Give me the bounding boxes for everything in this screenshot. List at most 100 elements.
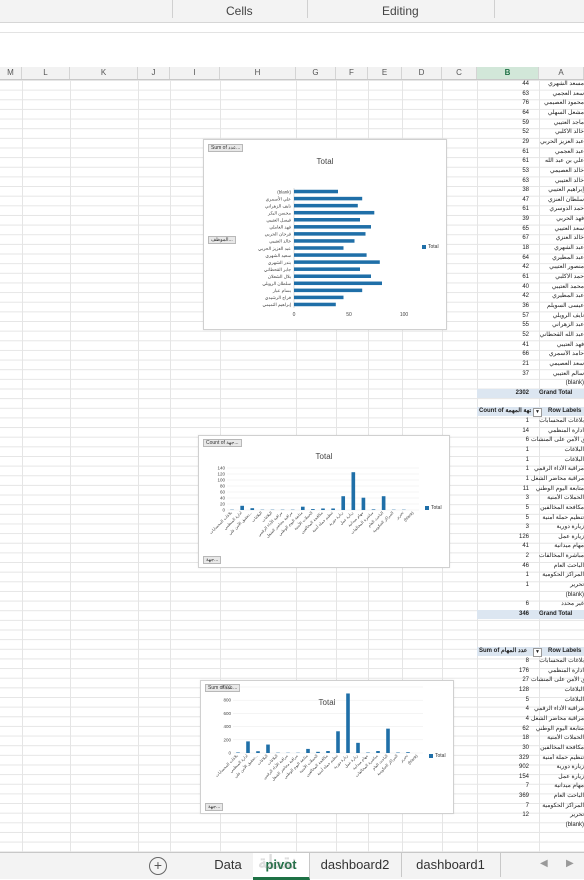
pivot2-label-cell[interactable]: مراقبة الأداء الرقمي [531, 465, 584, 474]
pivot3-label-cell[interactable]: مكافحة المخالفين [531, 744, 584, 753]
pivot1-label-cell[interactable]: عبد المطيري [531, 292, 584, 301]
pivot3-value-cell[interactable]: 8 [477, 657, 529, 666]
pivot3-value-cell[interactable] [477, 821, 529, 830]
pivot1-value-cell[interactable]: 44 [477, 80, 529, 89]
add-sheet-button[interactable]: + [149, 857, 167, 875]
pivot1-grand-total-value[interactable]: 2302 [477, 389, 529, 398]
pivot1-value-cell[interactable]: 52 [477, 331, 529, 340]
pivot3-value-cell[interactable]: 7 [477, 782, 529, 791]
pivot3-label-cell[interactable]: البلاغات [531, 686, 584, 695]
pivot2-label-cell[interactable]: المراكز الحكومية [531, 571, 584, 580]
pivot1-value-cell[interactable]: 61 [477, 205, 529, 214]
pivot3-value-cell[interactable]: 7 [477, 802, 529, 811]
sheet-tab-dashboard2[interactable]: dashboard2 [309, 853, 402, 877]
pivot3-label-cell[interactable]: مهام ميدانية [531, 782, 584, 791]
pivot2-label-cell[interactable]: الحملات الأمنية [531, 494, 584, 503]
pivot2-label-cell[interactable]: البلاغات [531, 446, 584, 455]
pivot1-value-cell[interactable]: 36 [477, 302, 529, 311]
pivot2-label-cell[interactable]: زيارة عمل [531, 533, 584, 542]
col-header-e[interactable]: E [368, 67, 402, 79]
col-header-f[interactable]: F [336, 67, 368, 79]
pivot1-label-cell[interactable]: عبد المطيري [531, 254, 584, 263]
pivot1-value-cell[interactable]: 42 [477, 263, 529, 272]
col-header-b[interactable]: B [477, 67, 539, 79]
pivot1-label-cell[interactable]: عبد الله القحطاني [531, 331, 584, 340]
pivot2-value-cell[interactable]: 1 [477, 446, 529, 455]
pivot1-value-cell[interactable] [477, 379, 529, 388]
pivot2-label-cell[interactable]: الباحث العام [531, 562, 584, 571]
pivot1-label-cell[interactable]: علي بن عبد الله [531, 157, 584, 166]
pivot1-value-cell[interactable]: 42 [477, 292, 529, 301]
col-header-c[interactable]: C [442, 67, 477, 79]
pivot1-label-cell[interactable]: عبد العزيز الحربي [531, 138, 584, 147]
pivot1-value-cell[interactable]: 67 [477, 234, 529, 243]
pivot3-label-cell[interactable]: الباحث العام [531, 792, 584, 801]
pivot1-label-cell[interactable]: حمد الدوسري [531, 205, 584, 214]
pivot1-value-cell[interactable]: 66 [477, 350, 529, 359]
pivot2-value-cell[interactable]: 1 [477, 571, 529, 580]
pivot2-label-cell[interactable]: تنظيم حملة أمنية [531, 514, 584, 523]
pivot1-label-cell[interactable]: عبد الزهراني [531, 321, 584, 330]
col-header-a[interactable]: A [539, 67, 584, 79]
pivot1-value-cell[interactable]: 18 [477, 244, 529, 253]
pivot1-label-cell[interactable]: عبد العجمي [531, 148, 584, 157]
pivot3-values-header[interactable]: Sum of عدد المهام [479, 647, 531, 656]
pivot1-label-cell[interactable]: خالد العنزي [531, 234, 584, 243]
col-header-i[interactable]: I [170, 67, 220, 79]
pivot1-label-cell[interactable]: منصور العتيبي [531, 263, 584, 272]
pivot1-value-cell[interactable]: 57 [477, 312, 529, 321]
pivot2-value-cell[interactable]: 3 [477, 494, 529, 503]
pivot2-label-cell[interactable]: غير محدد [531, 600, 584, 609]
col-header-l[interactable]: L [22, 67, 70, 79]
pivot2-label-cell[interactable]: تحقيق الأمن على المنشآت [531, 436, 584, 445]
pivot1-label-cell[interactable]: (blank) [531, 379, 584, 388]
pivot1-value-cell[interactable]: 38 [477, 186, 529, 195]
pivot1-value-cell[interactable]: 64 [477, 254, 529, 263]
pivot2-value-cell[interactable]: 6 [477, 436, 529, 445]
pivot3-value-cell[interactable]: 18 [477, 734, 529, 743]
pivot3-label-cell[interactable]: متابعة اليوم الوطني [531, 725, 584, 734]
pivot1-label-cell[interactable]: سعد العجمي [531, 90, 584, 99]
pivot1-label-cell[interactable]: خالد الاكلبي [531, 128, 584, 137]
sheet-tab-dashboard1[interactable]: dashboard1 [401, 853, 501, 877]
pivot2-values-header[interactable]: Count of جهة المهمة [479, 407, 531, 416]
pivot1-value-cell[interactable]: 61 [477, 273, 529, 282]
pivot1-value-cell[interactable]: 29 [477, 138, 529, 147]
pivot3-value-cell[interactable]: 12 [477, 811, 529, 820]
pivot3-value-cell[interactable]: 154 [477, 773, 529, 782]
pivot1-label-cell[interactable]: سالم العتيبي [531, 370, 584, 379]
filter-dropdown-icon[interactable]: ▼ [533, 648, 542, 657]
pivot3-value-cell[interactable]: 128 [477, 686, 529, 695]
pivot2-value-cell[interactable]: 6 [477, 600, 529, 609]
pivot2-value-cell[interactable]: 3 [477, 523, 529, 532]
pivot1-value-cell[interactable]: 64 [477, 109, 529, 118]
pivot1-label-cell[interactable]: مشعل السهلي [531, 109, 584, 118]
pivot2-value-cell[interactable]: 41 [477, 542, 529, 551]
pivot2-value-cell[interactable]: 126 [477, 533, 529, 542]
pivot3-label-cell[interactable]: بلاغات المحسابات [531, 657, 584, 666]
pivot1-value-cell[interactable]: 61 [477, 157, 529, 166]
pivot3-value-cell[interactable]: 27 [477, 676, 529, 685]
pivot1-value-cell[interactable]: 61 [477, 148, 529, 157]
pivot3-value-cell[interactable]: 329 [477, 754, 529, 763]
pivot1-value-cell[interactable]: 39 [477, 215, 529, 224]
pivot1-label-cell[interactable]: سعد العصيمي [531, 360, 584, 369]
pivot3-label-cell[interactable]: تنظيم حملة أمنية [531, 754, 584, 763]
pivot1-label-cell[interactable]: ماجد العتيبي [531, 119, 584, 128]
pivot1-label-cell[interactable]: عيسى السويلم [531, 302, 584, 311]
pivot1-label-cell[interactable]: خالد العصيمي [531, 167, 584, 176]
pivot1-label-cell[interactable]: حمد الاكلبي [531, 273, 584, 282]
filter-dropdown-icon[interactable]: ▼ [533, 408, 542, 417]
pivot3-label-cell[interactable]: الحملات الأمنية [531, 734, 584, 743]
pivot1-label-cell[interactable]: محمود العصيمي [531, 99, 584, 108]
pivot1-label-cell[interactable]: نايف الرويلي [531, 312, 584, 321]
pivot2-value-cell[interactable] [477, 591, 529, 600]
pivot1-value-cell[interactable]: 41 [477, 341, 529, 350]
pivot1-label-cell[interactable]: محمد العتيبي [531, 283, 584, 292]
sheet-tab-data[interactable]: Data [203, 853, 254, 877]
pivot3-label-cell[interactable]: مراقبة محاضر الشغل [531, 715, 584, 724]
pivot3-label-cell[interactable]: البلاغات [531, 696, 584, 705]
pivot1-value-cell[interactable]: 55 [477, 321, 529, 330]
pivot3-value-cell[interactable]: 4 [477, 705, 529, 714]
pivot3-label-cell[interactable]: مراقبة الأداء الرقمي [531, 705, 584, 714]
